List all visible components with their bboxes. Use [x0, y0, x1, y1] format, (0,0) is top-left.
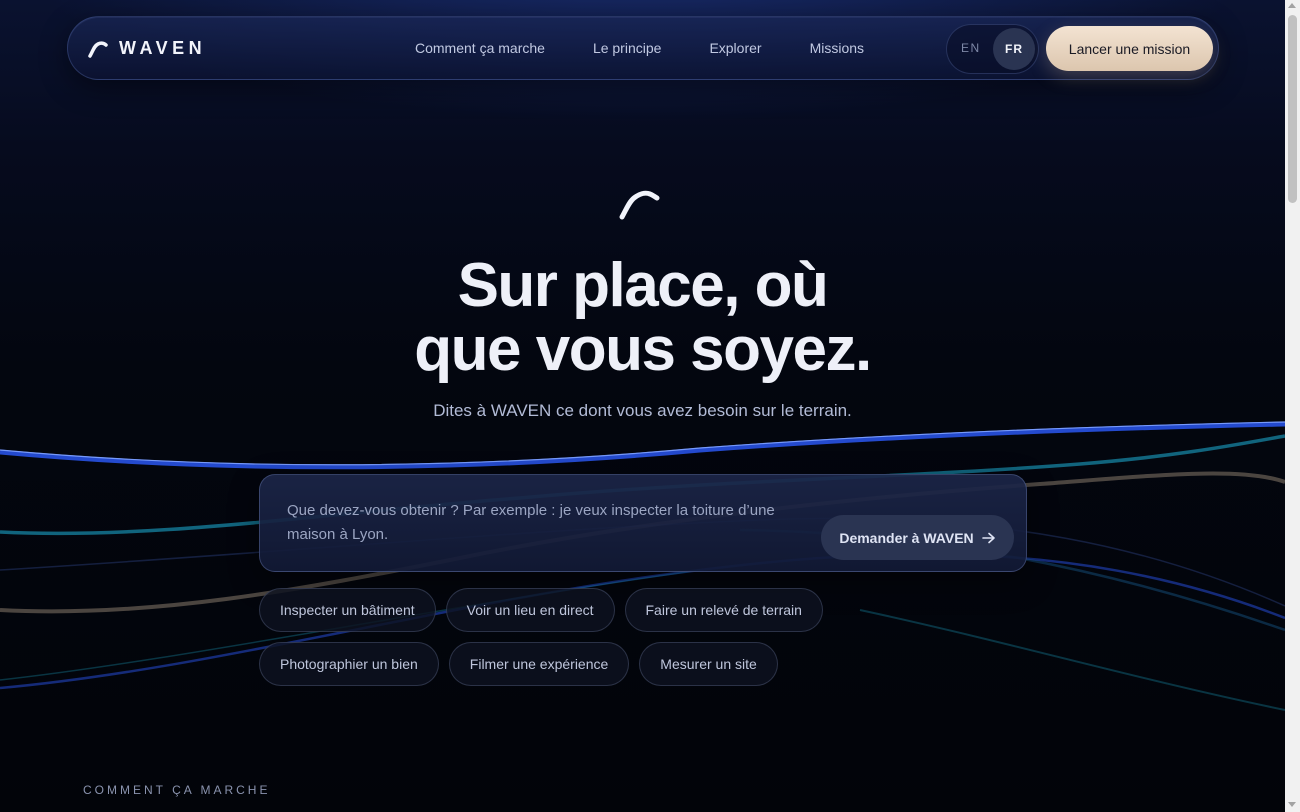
wave-icon: [619, 190, 660, 220]
suggestion-chip-live-view[interactable]: Voir un lieu en direct: [445, 588, 615, 632]
ask-waven-label: Demander à WAVEN: [839, 529, 974, 546]
mission-prompt-box: Demander à WAVEN: [259, 474, 1027, 572]
top-navbar: WAVEN Comment ça marche Le principe Expl…: [67, 16, 1219, 80]
nav-links: Comment ça marche Le principe Explorer M…: [415, 40, 912, 56]
wave-logo-icon: [88, 40, 108, 58]
ask-waven-button[interactable]: Demander à WAVEN: [821, 515, 1014, 560]
suggestion-row: Inspecter un bâtiment Voir un lieu en di…: [259, 588, 879, 632]
suggestion-chip-field-survey[interactable]: Faire un relevé de terrain: [624, 588, 823, 632]
lang-en-button[interactable]: EN: [961, 41, 981, 55]
hero-title: Sur place, où que vous soyez.: [0, 254, 1285, 382]
nav-link-le-principe[interactable]: Le principe: [593, 40, 662, 56]
lang-fr-button[interactable]: FR: [993, 28, 1035, 70]
arrow-right-icon: [981, 532, 995, 543]
brand-logo[interactable]: WAVEN: [87, 38, 206, 59]
hero-subtitle: Dites à WAVEN ce dont vous avez besoin s…: [433, 401, 852, 420]
language-switcher: EN FR: [946, 24, 1039, 74]
suggestion-chips: Inspecter un bâtiment Voir un lieu en di…: [259, 588, 879, 696]
suggestion-row: Photographier un bien Filmer une expérie…: [259, 642, 879, 686]
nav-link-comment-ca-marche[interactable]: Comment ça marche: [415, 40, 545, 56]
vertical-scrollbar[interactable]: [1285, 0, 1300, 812]
page: WAVEN Comment ça marche Le principe Expl…: [0, 0, 1285, 812]
suggestion-chip-measure-site[interactable]: Mesurer un site: [639, 642, 778, 686]
brand-name: WAVEN: [119, 38, 207, 58]
suggestion-chip-inspect-building[interactable]: Inspecter un bâtiment: [259, 588, 436, 632]
suggestion-chip-photograph-property[interactable]: Photographier un bien: [259, 642, 439, 686]
nav-link-explorer[interactable]: Explorer: [709, 40, 761, 56]
scroll-up-arrow-icon[interactable]: [1288, 3, 1296, 8]
suggestion-chip-film-experience[interactable]: Filmer une expérience: [448, 642, 630, 686]
mission-prompt-input[interactable]: [287, 499, 807, 553]
nav-link-missions[interactable]: Missions: [810, 40, 864, 56]
scrollbar-thumb[interactable]: [1288, 15, 1297, 203]
hero-title-line-1: Sur place, où: [457, 251, 829, 320]
section-label-how-it-works: COMMENT ÇA MARCHE: [83, 783, 271, 797]
hero-title-line-2: que vous soyez.: [414, 315, 872, 384]
launch-mission-button[interactable]: Lancer une mission: [1046, 26, 1213, 71]
scroll-down-arrow-icon[interactable]: [1288, 802, 1296, 807]
